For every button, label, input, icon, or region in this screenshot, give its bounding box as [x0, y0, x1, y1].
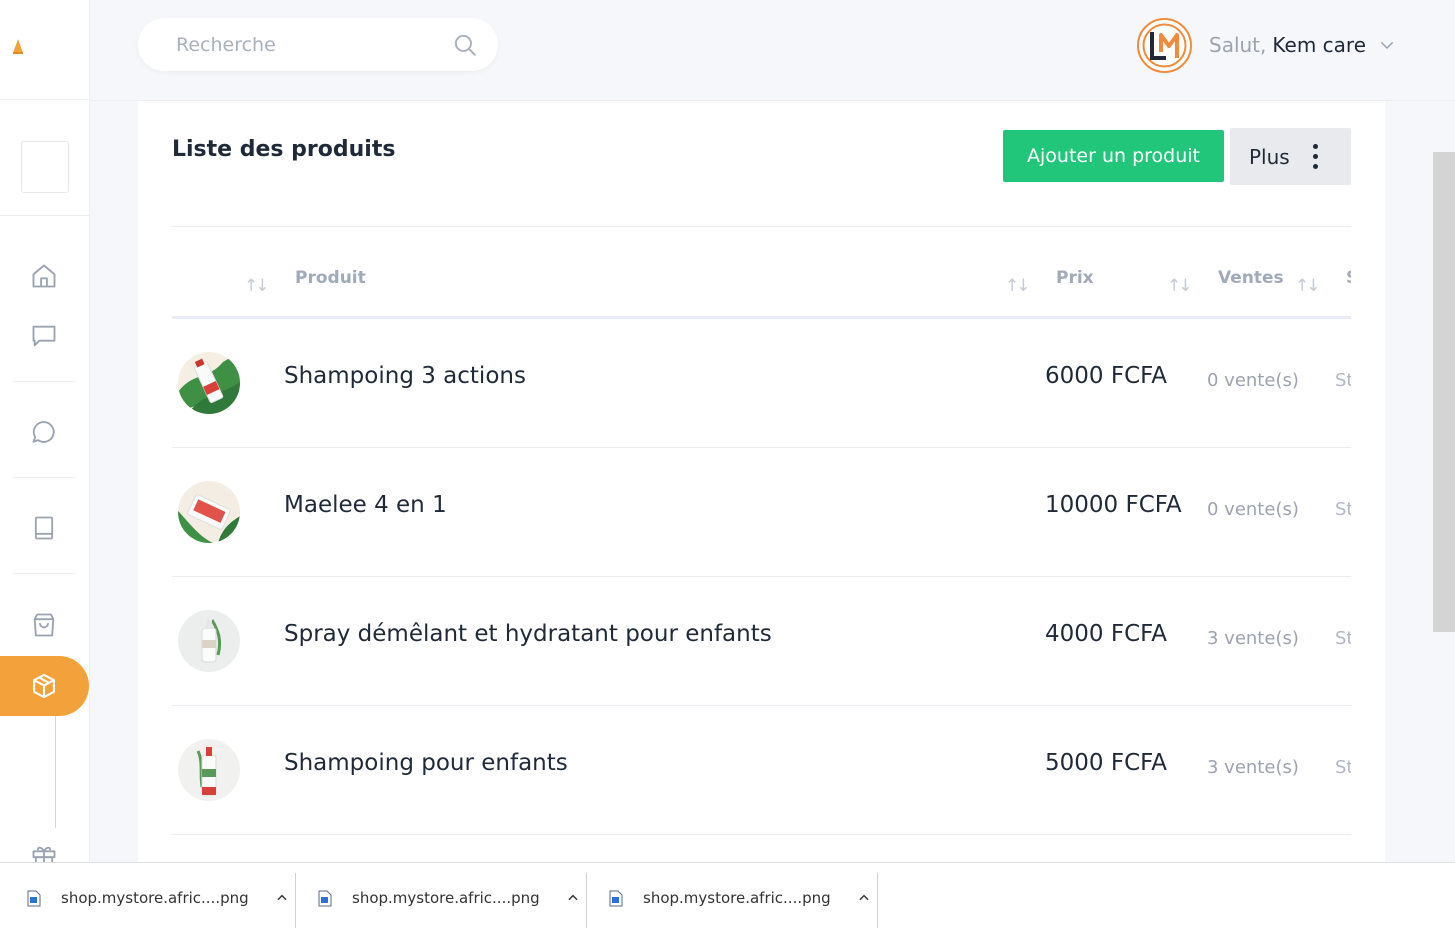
search-bar[interactable] — [138, 18, 498, 71]
download-item[interactable]: shop.mystore.afric....png — [291, 871, 580, 925]
product-stock: St — [1335, 757, 1351, 778]
more-button[interactable]: Plus — [1230, 128, 1351, 185]
logo-area — [0, 0, 89, 100]
chevron-down-icon[interactable] — [1378, 36, 1396, 54]
kebab-menu-icon — [1313, 144, 1318, 174]
table-header: ↑↓ Produit ↑↓ Prix ↑↓ Ventes ↑↓ S — [172, 246, 1351, 316]
product-thumbnail — [178, 739, 240, 801]
chat-bubble-icon — [32, 421, 55, 443]
column-header-sales[interactable]: Ventes — [1218, 268, 1284, 288]
page-scrollbar-thumb[interactable] — [1433, 152, 1455, 632]
product-sales: 3 vente(s) — [1207, 628, 1299, 649]
download-item[interactable]: shop.mystore.afric....png — [0, 871, 289, 925]
home-icon — [32, 264, 56, 288]
greeting-label: Salut, — [1209, 33, 1267, 57]
nav-connector-line — [55, 716, 56, 828]
sidebar-item-home[interactable] — [30, 262, 58, 290]
search-input[interactable] — [176, 33, 436, 56]
product-price: 4000 FCFA — [1045, 621, 1167, 647]
add-product-button[interactable]: Ajouter un produit — [1003, 130, 1224, 182]
nav-divider — [13, 573, 76, 574]
page-title: Liste des produits — [172, 137, 396, 162]
user-name: Kem care — [1272, 33, 1366, 57]
user-menu[interactable]: Salut, Kem care — [1137, 17, 1396, 73]
product-table-body: Shampoing 3 actions 6000 FCFA 0 vente(s)… — [172, 319, 1351, 835]
product-stock: St — [1335, 370, 1351, 391]
chevron-up-icon[interactable] — [857, 891, 871, 905]
nav-divider — [13, 381, 76, 382]
sidebar-item-messages[interactable] — [30, 322, 58, 350]
sidebar-item-orders[interactable] — [30, 611, 58, 639]
chevron-up-icon[interactable] — [566, 891, 580, 905]
box-icon — [33, 673, 55, 699]
sidebar-divider — [0, 215, 90, 216]
product-name: Maelee 4 en 1 — [284, 492, 447, 518]
product-sales: 3 vente(s) — [1207, 757, 1299, 778]
brand-logo-icon[interactable] — [11, 38, 25, 56]
download-separator — [877, 873, 878, 928]
message-square-icon — [32, 325, 56, 347]
shopping-bag-icon — [33, 613, 55, 637]
sidebar — [0, 0, 90, 862]
book-icon — [34, 516, 54, 540]
product-price: 10000 FCFA — [1045, 492, 1182, 518]
more-button-label: Plus — [1249, 144, 1290, 169]
product-sales: 0 vente(s) — [1207, 499, 1299, 520]
product-name: Shampoing 3 actions — [284, 363, 526, 389]
store-selector[interactable] — [21, 141, 69, 193]
sort-icon[interactable]: ↑↓ — [1295, 276, 1320, 296]
table-row[interactable]: Shampoing 3 actions 6000 FCFA 0 vente(s)… — [172, 319, 1351, 448]
sort-icon[interactable]: ↑↓ — [244, 276, 269, 296]
image-file-icon — [318, 890, 332, 906]
column-header-product[interactable]: Produit — [295, 268, 366, 288]
sidebar-item-chat[interactable] — [30, 418, 58, 446]
download-item[interactable]: shop.mystore.afric....png — [582, 871, 871, 925]
table-row[interactable]: Shampoing pour enfants 5000 FCFA 3 vente… — [172, 706, 1351, 835]
product-price: 5000 FCFA — [1045, 750, 1167, 776]
product-thumbnail — [178, 352, 240, 414]
column-header-stock[interactable]: S — [1346, 268, 1351, 288]
product-sales: 0 vente(s) — [1207, 370, 1299, 391]
avatar[interactable] — [1137, 17, 1192, 73]
product-thumbnail — [178, 481, 240, 543]
chevron-up-icon[interactable] — [275, 891, 289, 905]
products-card: Liste des produits Ajouter un produit Pl… — [138, 101, 1385, 862]
product-name: Spray démêlant et hydratant pour enfants — [284, 621, 772, 647]
image-file-icon — [609, 890, 623, 906]
table-row[interactable]: Maelee 4 en 1 10000 FCFA 0 vente(s) St — [172, 448, 1351, 577]
table-row[interactable]: Spray démêlant et hydratant pour enfants… — [172, 577, 1351, 706]
product-stock: St — [1335, 628, 1351, 649]
column-header-price[interactable]: Prix — [1056, 268, 1094, 288]
sidebar-item-gifts[interactable] — [30, 842, 58, 862]
sort-icon[interactable]: ↑↓ — [1005, 276, 1030, 296]
downloads-bar: shop.mystore.afric....png shop.mystore.a… — [0, 862, 1455, 932]
product-thumbnail — [178, 610, 240, 672]
download-filename: shop.mystore.afric....png — [643, 889, 831, 907]
download-filename: shop.mystore.afric....png — [352, 889, 540, 907]
title-divider — [172, 226, 1351, 227]
search-icon[interactable] — [452, 32, 478, 58]
image-file-icon — [27, 890, 41, 906]
sidebar-item-catalog[interactable] — [30, 514, 58, 542]
product-name: Shampoing pour enfants — [284, 750, 568, 776]
product-stock: St — [1335, 499, 1351, 520]
avatar-logo — [1142, 23, 1187, 67]
sort-icon[interactable]: ↑↓ — [1167, 276, 1192, 296]
nav-divider — [13, 477, 76, 478]
download-filename: shop.mystore.afric....png — [61, 889, 249, 907]
product-price: 6000 FCFA — [1045, 363, 1167, 389]
gift-icon — [32, 846, 56, 862]
sidebar-item-products[interactable] — [0, 656, 89, 716]
